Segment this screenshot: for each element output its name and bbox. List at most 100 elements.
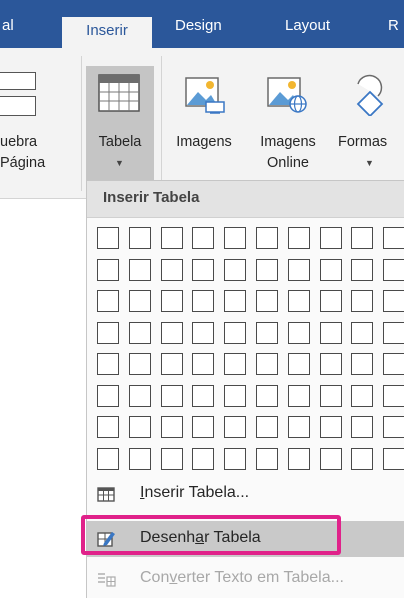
table-grid-cell[interactable] bbox=[351, 321, 374, 344]
table-grid-cell[interactable] bbox=[97, 384, 119, 407]
table-grid-cell[interactable] bbox=[224, 321, 247, 344]
tab-inserir[interactable]: Inserir bbox=[62, 17, 152, 48]
tab-layout[interactable]: Layout bbox=[285, 14, 330, 38]
image-icon bbox=[185, 77, 225, 114]
table-grid-cell[interactable] bbox=[319, 290, 342, 312]
table-grid-cell[interactable] bbox=[97, 290, 119, 312]
table-grid-cell[interactable] bbox=[383, 227, 404, 249]
table-grid-cell[interactable] bbox=[160, 227, 183, 249]
table-grid-cell[interactable] bbox=[128, 416, 151, 438]
shapes-button[interactable]: Formas ▼ bbox=[334, 66, 404, 180]
table-grid-cell[interactable] bbox=[192, 447, 215, 470]
table-grid-cell[interactable] bbox=[351, 416, 374, 438]
table-grid-cell[interactable] bbox=[383, 416, 404, 438]
table-size-grid[interactable] bbox=[87, 181, 404, 481]
table-grid-cell[interactable] bbox=[160, 353, 183, 375]
menu-item-insert-table[interactable]: Inserir Tabela... bbox=[87, 476, 404, 512]
table-grid-cell[interactable] bbox=[192, 290, 215, 312]
table-grid-cell[interactable] bbox=[319, 258, 342, 281]
table-grid-cell[interactable] bbox=[319, 447, 342, 470]
table-grid-cell[interactable] bbox=[383, 353, 404, 375]
table-grid-cell[interactable] bbox=[224, 227, 247, 249]
table-grid-cell[interactable] bbox=[97, 416, 119, 438]
table-grid-cell[interactable] bbox=[192, 321, 215, 344]
table-grid-cell[interactable] bbox=[256, 290, 278, 312]
table-grid-cell[interactable] bbox=[383, 290, 404, 312]
table-grid-cell[interactable] bbox=[224, 447, 247, 470]
table-grid-cell[interactable] bbox=[128, 447, 151, 470]
table-grid-cell[interactable] bbox=[256, 227, 278, 249]
table-grid-cell[interactable] bbox=[224, 353, 247, 375]
table-grid-cell[interactable] bbox=[192, 416, 215, 438]
table-grid-cell[interactable] bbox=[351, 258, 374, 281]
table-grid-cell[interactable] bbox=[160, 384, 183, 407]
table-grid-cell[interactable] bbox=[128, 384, 151, 407]
table-grid-cell[interactable] bbox=[160, 447, 183, 470]
table-grid-cell[interactable] bbox=[383, 384, 404, 407]
table-grid-cell[interactable] bbox=[128, 227, 151, 249]
page-break-button[interactable]: uebra Página bbox=[0, 48, 80, 198]
table-grid-cell[interactable] bbox=[319, 384, 342, 407]
table-grid-cell[interactable] bbox=[160, 258, 183, 281]
table-grid-cell[interactable] bbox=[160, 290, 183, 312]
table-grid-cell[interactable] bbox=[128, 353, 151, 375]
table-grid-cell[interactable] bbox=[97, 353, 119, 375]
table-grid-cell[interactable] bbox=[287, 353, 310, 375]
table-grid-cell[interactable] bbox=[224, 290, 247, 312]
table-grid-cell[interactable] bbox=[160, 321, 183, 344]
convert-text-icon bbox=[98, 573, 116, 587]
chevron-down-icon: ▼ bbox=[115, 158, 124, 168]
table-grid-cell[interactable] bbox=[97, 447, 119, 470]
table-grid-cell[interactable] bbox=[287, 227, 310, 249]
highlight-frame bbox=[81, 515, 341, 555]
table-grid-cell[interactable] bbox=[224, 258, 247, 281]
table-grid-cell[interactable] bbox=[192, 353, 215, 375]
table-grid-cell[interactable] bbox=[160, 416, 183, 438]
table-grid-cell[interactable] bbox=[287, 258, 310, 281]
table-grid-cell[interactable] bbox=[97, 321, 119, 344]
table-grid-cell[interactable] bbox=[351, 353, 374, 375]
table-button[interactable]: Tabela ▼ bbox=[86, 66, 154, 180]
table-grid-cell[interactable] bbox=[351, 447, 374, 470]
table-grid-cell[interactable] bbox=[287, 290, 310, 312]
table-grid-cell[interactable] bbox=[319, 353, 342, 375]
online-images-button[interactable]: Imagens Online bbox=[250, 66, 326, 180]
table-grid-cell[interactable] bbox=[97, 227, 119, 249]
table-grid-cell[interactable] bbox=[383, 258, 404, 281]
table-grid-cell[interactable] bbox=[351, 290, 374, 312]
table-grid-cell[interactable] bbox=[287, 384, 310, 407]
images-button[interactable]: Imagens bbox=[168, 66, 240, 180]
table-grid-cell[interactable] bbox=[192, 258, 215, 281]
table-grid-cell[interactable] bbox=[287, 447, 310, 470]
menu-item-convert-text-to-table[interactable]: Converter Texto em Tabela... bbox=[87, 561, 404, 597]
table-grid-cell[interactable] bbox=[351, 227, 374, 249]
table-grid-cell[interactable] bbox=[319, 227, 342, 249]
table-grid-cell[interactable] bbox=[192, 384, 215, 407]
table-grid-cell[interactable] bbox=[319, 416, 342, 438]
table-grid-cell[interactable] bbox=[97, 258, 119, 281]
table-grid-cell[interactable] bbox=[224, 416, 247, 438]
tab-design[interactable]: Design bbox=[175, 14, 222, 38]
table-grid-cell[interactable] bbox=[128, 290, 151, 312]
table-grid-cell[interactable] bbox=[256, 416, 278, 438]
table-grid-cell[interactable] bbox=[256, 258, 278, 281]
table-grid-cell[interactable] bbox=[256, 447, 278, 470]
table-grid-cell[interactable] bbox=[383, 447, 404, 470]
table-grid-cell[interactable] bbox=[383, 321, 404, 344]
table-grid-cell[interactable] bbox=[224, 384, 247, 407]
shapes-icon bbox=[356, 74, 384, 116]
table-grid-cell[interactable] bbox=[351, 384, 374, 407]
table-grid-cell[interactable] bbox=[256, 353, 278, 375]
table-grid-cell[interactable] bbox=[256, 321, 278, 344]
table-grid-cell[interactable] bbox=[287, 321, 310, 344]
table-grid-cell[interactable] bbox=[319, 321, 342, 344]
table-grid-cell[interactable] bbox=[128, 321, 151, 344]
table-grid-cell[interactable] bbox=[287, 416, 310, 438]
chevron-down-icon: ▼ bbox=[365, 158, 374, 168]
table-grid-cell[interactable] bbox=[128, 258, 151, 281]
table-grid-cell[interactable] bbox=[256, 384, 278, 407]
tab-pagina-inicial[interactable]: al bbox=[2, 14, 14, 38]
ribbon-tab-bar: al Inserir Design Layout R bbox=[0, 0, 404, 48]
table-grid-cell[interactable] bbox=[192, 227, 215, 249]
tab-referencias[interactable]: R bbox=[388, 14, 399, 38]
